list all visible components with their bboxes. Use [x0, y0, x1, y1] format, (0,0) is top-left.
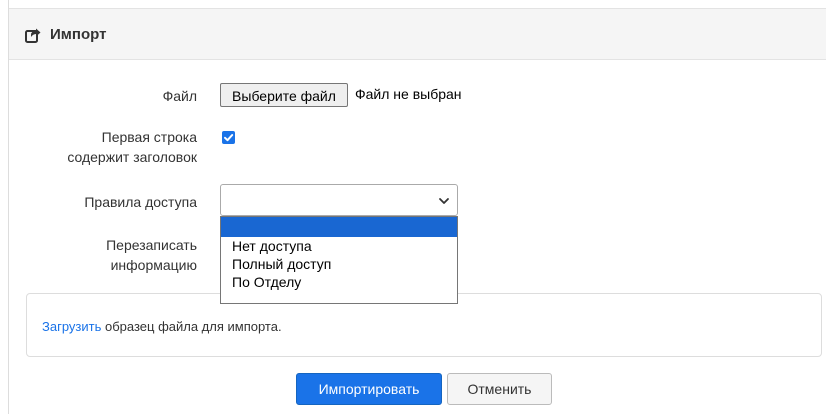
access-rules-dropdown: Нет доступа Полный доступ По Отделу — [220, 216, 458, 304]
share-square-icon — [25, 28, 41, 43]
access-rules-label: Правила доступа — [84, 194, 197, 210]
access-rules-select[interactable] — [220, 184, 458, 216]
dropdown-option-empty[interactable] — [221, 217, 457, 237]
first-row-header-label-line1: Первая строка — [101, 129, 197, 145]
dropdown-option-full-access[interactable]: Полный доступ — [221, 255, 457, 273]
dropdown-option-no-access[interactable]: Нет доступа — [221, 237, 457, 255]
dropdown-option-by-department[interactable]: По Отделу — [221, 273, 457, 291]
file-status: Файл не выбран — [355, 86, 462, 102]
overwrite-label: Перезаписать информацию — [106, 235, 197, 275]
download-sample-link[interactable]: Загрузить — [42, 319, 101, 334]
note-text: Загрузить образец файла для импорта. — [42, 319, 282, 334]
first-row-header-checkbox[interactable] — [222, 131, 235, 144]
panel-header: Импорт — [9, 8, 826, 60]
first-row-header-label: Первая строка содержит заголовок — [67, 127, 197, 167]
overwrite-label-line2: информацию — [110, 257, 197, 273]
import-button[interactable]: Импортировать — [296, 373, 442, 405]
note-text-rest: образец файла для импорта. — [101, 319, 282, 334]
checkmark-icon — [224, 134, 234, 142]
cancel-button[interactable]: Отменить — [447, 373, 552, 405]
overwrite-label-line1: Перезаписать — [106, 237, 197, 253]
first-row-header-label-line2: содержит заголовок — [67, 149, 197, 165]
file-label: Файл — [162, 88, 197, 104]
chevron-down-icon — [439, 198, 449, 204]
page-title: Импорт — [50, 26, 107, 43]
choose-file-button[interactable]: Выберите файл — [220, 83, 348, 107]
